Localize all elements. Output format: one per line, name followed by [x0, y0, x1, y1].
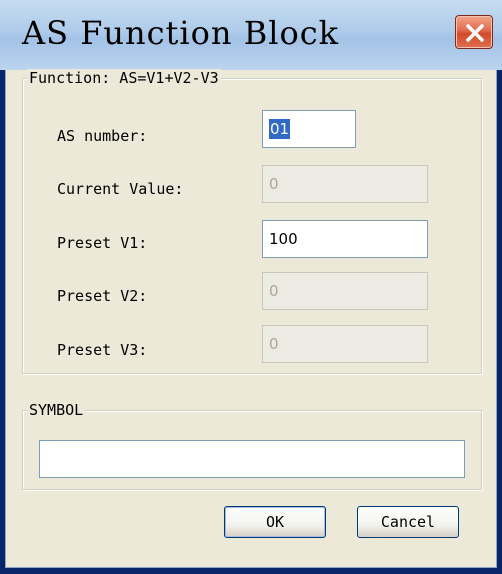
- ok-button[interactable]: OK: [224, 506, 326, 538]
- close-icon: [466, 24, 484, 42]
- preset-v2-input: 0: [262, 272, 428, 310]
- title-bar[interactable]: AS Function Block: [0, 0, 502, 70]
- preset-v3-input: 0: [262, 325, 428, 363]
- preset-v1-input[interactable]: 100: [262, 220, 428, 258]
- current-value-input: 0: [262, 165, 428, 203]
- function-legend: Function: AS=V1+V2-V3: [27, 69, 221, 87]
- preset-v3-label: Preset V3:: [57, 341, 148, 359]
- symbol-legend: SYMBOL: [27, 401, 86, 419]
- cancel-button[interactable]: Cancel: [357, 506, 459, 538]
- symbol-input[interactable]: [39, 440, 465, 478]
- current-value-label: Current Value:: [57, 180, 184, 198]
- dialog-window: AS Function Block Function: AS=V1+V2-V3 …: [0, 0, 502, 574]
- preset-v1-label: Preset V1:: [57, 234, 148, 252]
- as-number-value: 01: [269, 119, 291, 139]
- as-number-input[interactable]: 01: [262, 110, 356, 148]
- as-number-label: AS number:: [57, 127, 148, 145]
- window-title: AS Function Block: [22, 14, 340, 52]
- symbol-groupbox: SYMBOL: [22, 401, 482, 490]
- function-groupbox: Function: AS=V1+V2-V3 AS number: 01 Curr…: [22, 69, 482, 374]
- close-button[interactable]: [455, 15, 493, 49]
- dialog-body: Function: AS=V1+V2-V3 AS number: 01 Curr…: [5, 69, 497, 568]
- preset-v2-label: Preset V2:: [57, 287, 148, 305]
